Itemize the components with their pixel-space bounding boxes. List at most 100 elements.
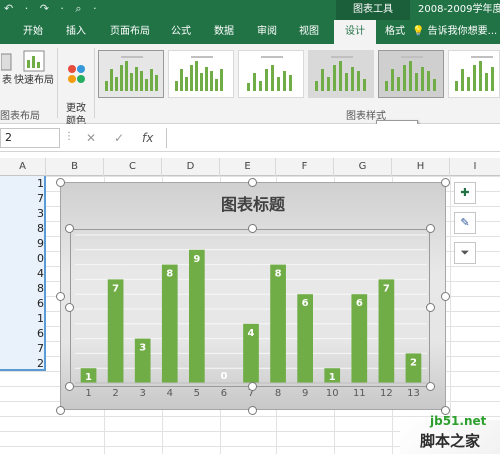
ribbon: 表 快速布局 图表布局 更改 颜色 图表样式: [0, 44, 500, 127]
data-label[interactable]: 7: [112, 283, 119, 294]
resize-handle[interactable]: [248, 406, 257, 415]
resize-handle[interactable]: [56, 406, 65, 415]
tab-home[interactable]: 开始: [14, 20, 52, 44]
chart-style-2[interactable]: [168, 50, 234, 98]
plot-handle[interactable]: [426, 382, 435, 391]
cell-a-value[interactable]: 2: [0, 356, 44, 371]
chart-style-5[interactable]: [378, 50, 444, 98]
cell-a-value[interactable]: 7: [0, 191, 44, 206]
cell-a-value[interactable]: 1: [0, 311, 44, 326]
brush-icon: ✎: [460, 216, 470, 229]
data-label[interactable]: 8: [275, 269, 282, 280]
resize-handle[interactable]: [56, 178, 65, 187]
change-colors-button[interactable]: 更改 颜色: [60, 50, 92, 128]
plot-handle[interactable]: [426, 224, 435, 233]
bar[interactable]: [270, 264, 286, 383]
data-label[interactable]: 0: [220, 371, 227, 382]
cell-a-value[interactable]: 7: [0, 341, 44, 356]
col-header-g[interactable]: G: [334, 158, 392, 176]
tab-page-layout[interactable]: 页面布局: [100, 20, 160, 44]
plot-handle[interactable]: [248, 382, 257, 391]
col-header-d[interactable]: D: [162, 158, 220, 176]
data-label[interactable]: 1: [329, 372, 336, 383]
cell-a-value[interactable]: 9: [0, 236, 44, 251]
ribbon-divider: [94, 48, 95, 118]
cell-a-value[interactable]: 4: [0, 266, 44, 281]
cell-a-value[interactable]: 3: [0, 206, 44, 221]
col-header-i[interactable]: I: [450, 158, 500, 176]
x-tick-label: 2: [112, 388, 118, 399]
tell-me-search[interactable]: 💡 告诉我你想要...: [412, 20, 497, 44]
bar[interactable]: [107, 279, 124, 383]
data-label[interactable]: 4: [248, 328, 255, 339]
tab-view[interactable]: 视图: [290, 20, 328, 44]
cell-a-value[interactable]: 1: [0, 176, 44, 191]
insert-function-button[interactable]: fx: [142, 131, 153, 145]
tell-me-text: 告诉我你想要...: [427, 26, 498, 37]
plot-handle[interactable]: [248, 224, 257, 233]
tab-insert[interactable]: 插入: [56, 20, 96, 44]
data-label[interactable]: 9: [193, 254, 200, 265]
chart-styles-button[interactable]: ✎: [454, 212, 476, 234]
tab-design[interactable]: 设计: [334, 20, 376, 44]
bar[interactable]: [188, 249, 205, 383]
x-tick-label: 3: [140, 388, 146, 399]
x-tick-label: 9: [302, 388, 308, 399]
quick-layout-button[interactable]: 快速布局: [14, 50, 54, 87]
cancel-icon[interactable]: ✕: [86, 131, 96, 145]
cell-a-value[interactable]: 8: [0, 221, 44, 236]
x-tick-label: 8: [275, 388, 281, 399]
bar[interactable]: [378, 279, 395, 383]
chart-svg: 117233849506478869110611712213: [75, 234, 427, 399]
chart-style-4[interactable]: [308, 50, 374, 98]
palette-icon: [68, 65, 85, 83]
plot-handle[interactable]: [65, 224, 74, 233]
cell-a-value[interactable]: 6: [0, 296, 44, 311]
data-label[interactable]: 6: [302, 298, 309, 309]
plot-handle[interactable]: [65, 303, 74, 312]
resize-handle[interactable]: [441, 178, 450, 187]
resize-handle[interactable]: [441, 292, 450, 301]
chart-tools-context-label: 图表工具: [336, 0, 410, 20]
formula-bar-grip[interactable]: ⋮: [64, 131, 74, 142]
chart-filters-button[interactable]: ⏷: [454, 242, 476, 264]
chart-style-3[interactable]: [238, 50, 304, 98]
col-header-f[interactable]: F: [276, 158, 334, 176]
cell-a-value[interactable]: 8: [0, 281, 44, 296]
resize-handle[interactable]: [56, 292, 65, 301]
plus-icon: ✚: [460, 186, 470, 199]
cell-a-value[interactable]: 0: [0, 251, 44, 266]
data-label[interactable]: 2: [410, 357, 417, 368]
name-box[interactable]: 2: [0, 128, 60, 148]
tab-formulas[interactable]: 公式: [162, 20, 200, 44]
add-chart-element-label: 表: [2, 75, 12, 86]
chart-style-1[interactable]: [98, 50, 164, 98]
column-headers: A B C D E F G H I: [0, 158, 500, 176]
col-header-h[interactable]: H: [392, 158, 450, 176]
data-label[interactable]: 7: [383, 283, 390, 294]
tab-data[interactable]: 数据: [204, 20, 244, 44]
chart-style-6[interactable]: [448, 50, 500, 98]
bar[interactable]: [161, 264, 178, 383]
col-header-c[interactable]: C: [104, 158, 162, 176]
enter-icon[interactable]: ✓: [114, 131, 124, 145]
plot-handle[interactable]: [426, 303, 435, 312]
data-label[interactable]: 6: [356, 298, 363, 309]
col-header-b[interactable]: B: [46, 158, 104, 176]
tab-review[interactable]: 审阅: [248, 20, 286, 44]
cell-a-value[interactable]: 6: [0, 326, 44, 341]
formula-input[interactable]: [166, 128, 500, 148]
data-label[interactable]: 3: [139, 343, 146, 354]
chart-area[interactable]: 图表标题 1 1 7 2 3 3 8 4 9 5 0 6 4 7 8 8 6 9 1 10 6 11 7 12 2 13: [60, 182, 446, 410]
data-label[interactable]: 8: [166, 269, 173, 280]
tab-format[interactable]: 格式: [378, 20, 412, 44]
add-chart-element-button[interactable]: 表: [0, 50, 14, 87]
col-header-e[interactable]: E: [220, 158, 276, 176]
chart-elements-button[interactable]: ✚: [454, 182, 476, 204]
quick-access-toolbar[interactable]: ↶ · ↷ · ⌕ ·: [4, 2, 101, 16]
ribbon-tabs: 开始 插入 页面布局 公式 数据 审阅 视图 设计 格式 💡 告诉我你想要...: [0, 20, 500, 44]
data-label[interactable]: 1: [85, 372, 92, 383]
plot-handle[interactable]: [65, 382, 74, 391]
col-header-a[interactable]: A: [0, 158, 46, 176]
resize-handle[interactable]: [248, 178, 257, 187]
